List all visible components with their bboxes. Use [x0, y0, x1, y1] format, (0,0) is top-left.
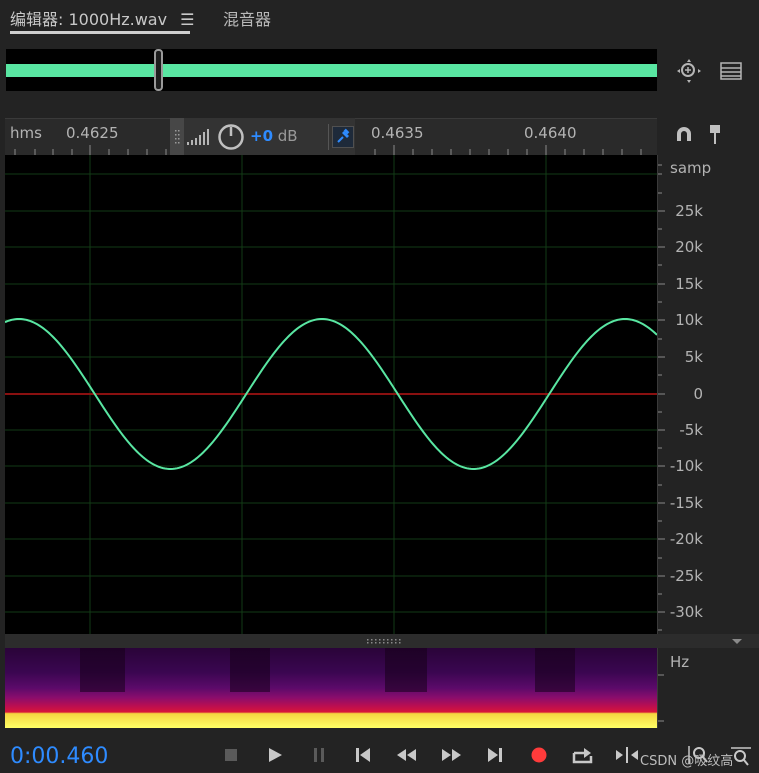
amplitude-label: -20k	[669, 530, 703, 548]
amplitude-label: -25k	[669, 567, 703, 585]
tab-editor[interactable]: 编辑器: 1000Hz.wav ☰	[10, 6, 195, 30]
current-time-display[interactable]: 0:00.460	[10, 744, 108, 769]
ruler-tick-label: 0.4635	[371, 124, 424, 142]
ruler-unit: hms	[10, 124, 42, 142]
amplitude-label: -5k	[679, 421, 703, 439]
stop-button[interactable]	[217, 742, 245, 768]
loop-icon	[572, 748, 593, 764]
amplitude-unit: samp	[670, 159, 712, 177]
overview-position-handle[interactable]	[154, 49, 163, 91]
amplitude-knob-icon[interactable]	[217, 123, 245, 151]
frequency-scale-ticks	[658, 674, 664, 722]
play-button[interactable]	[261, 742, 289, 768]
collapse-arrow-icon[interactable]	[731, 638, 743, 645]
amplitude-label: 20k	[675, 238, 703, 256]
ruler-tick-label: 0.4625	[66, 124, 119, 142]
pause-icon	[314, 748, 324, 762]
overview-bar	[6, 64, 657, 77]
skip-icon	[616, 747, 638, 763]
amplitude-scale[interactable]: samp 25k 20k 15k 10k 5k 0 -5k -10k -15k …	[657, 155, 759, 634]
skip-back-icon	[356, 748, 370, 762]
panel-resize-divider[interactable]	[5, 634, 759, 648]
volume-meter-icon	[187, 129, 209, 145]
frequency-unit: Hz	[670, 653, 690, 671]
watermark-text: CSDN @吸纹高	[640, 754, 734, 769]
amplitude-label: -30k	[669, 603, 703, 621]
divider-grip	[367, 639, 401, 644]
hud-grip-handle[interactable]	[170, 118, 184, 155]
amplitude-label: 5k	[684, 348, 703, 366]
amplitude-label: 25k	[675, 202, 703, 220]
snap-magnet-icon[interactable]	[673, 124, 695, 146]
pin-icon	[337, 128, 350, 143]
go-to-start-button[interactable]	[349, 742, 377, 768]
rewind-icon	[397, 749, 416, 761]
amplitude-db-readout[interactable]: +0 dB	[250, 127, 298, 145]
stop-icon	[225, 749, 237, 761]
amplitude-hud[interactable]: +0 dB	[170, 118, 355, 155]
fast-forward-icon	[442, 749, 461, 761]
frequency-scale[interactable]: Hz	[657, 648, 759, 728]
spectral-display[interactable]	[5, 648, 657, 728]
rewind-button[interactable]	[393, 742, 421, 768]
loop-playback-button[interactable]	[569, 742, 597, 768]
marker-pin-icon[interactable]	[705, 122, 725, 146]
pause-button[interactable]	[305, 742, 333, 768]
active-tab-indicator	[10, 31, 190, 34]
amplitude-label: 10k	[675, 311, 703, 329]
db-value: +0	[250, 127, 274, 145]
waveform-overview[interactable]	[6, 49, 657, 91]
amplitude-label: 15k	[675, 275, 703, 293]
amplitude-label: -10k	[669, 457, 703, 475]
menu-icon[interactable]: ☰	[180, 10, 194, 29]
amplitude-label: 0	[693, 385, 703, 403]
pin-hud-button[interactable]	[332, 126, 354, 148]
tab-editor-label: 编辑器: 1000Hz.wav	[10, 10, 168, 29]
ruler-tick-label: 0.4640	[524, 124, 577, 142]
play-icon	[269, 748, 282, 762]
list-view-icon[interactable]	[718, 59, 744, 83]
waveform-display[interactable]	[4, 155, 658, 634]
record-button[interactable]	[525, 742, 553, 768]
tab-mixer[interactable]: 混音器	[223, 6, 271, 30]
hud-divider	[328, 124, 329, 150]
spectrogram-canvas	[5, 648, 657, 728]
zoom-navigate-icon[interactable]	[675, 57, 703, 85]
amplitude-label: -15k	[669, 494, 703, 512]
db-unit: dB	[273, 127, 298, 145]
go-to-end-button[interactable]	[481, 742, 509, 768]
record-icon	[531, 747, 547, 763]
fast-forward-button[interactable]	[437, 742, 465, 768]
skip-silence-button[interactable]	[613, 742, 641, 768]
skip-forward-icon	[488, 748, 502, 762]
waveform-canvas	[4, 155, 658, 634]
